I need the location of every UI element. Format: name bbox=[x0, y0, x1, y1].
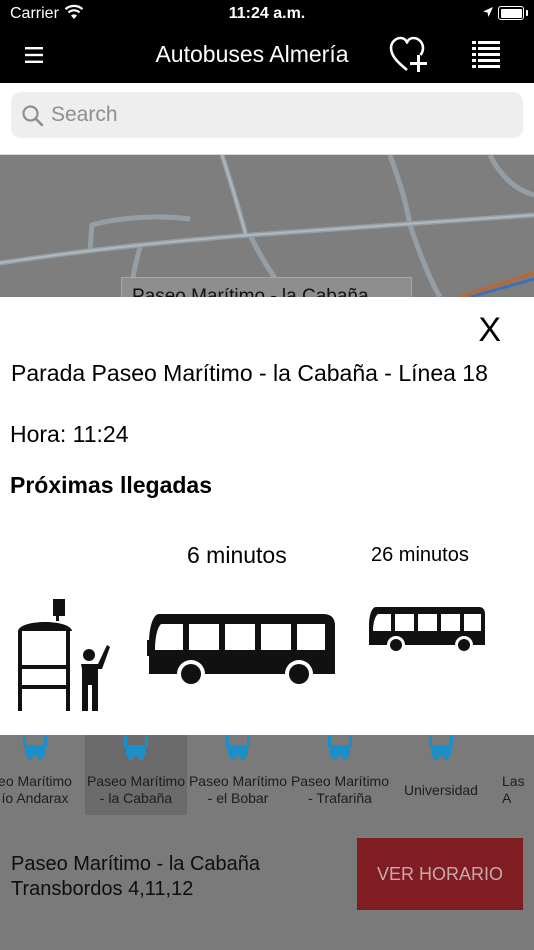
stop-item-selected[interactable]: Paseo Marítimo - la Cabaña bbox=[85, 735, 187, 815]
arrival-time-2: 26 minutos bbox=[371, 544, 469, 566]
search-bar[interactable] bbox=[11, 92, 523, 138]
arrivals-modal: X Parada Paseo Marítimo - la Cabaña - Lí… bbox=[0, 297, 534, 735]
view-schedule-button[interactable]: VER HORARIO bbox=[357, 838, 523, 910]
stop-label: Las A bbox=[502, 773, 525, 806]
stop-label: Universidad bbox=[404, 782, 478, 798]
map-stop-callout[interactable]: Paseo Marítimo - la Cabaña bbox=[121, 277, 412, 297]
list-icon[interactable] bbox=[470, 38, 502, 72]
status-bar: Carrier 11:24 a.m. bbox=[0, 0, 534, 28]
stops-strip[interactable]: eo Marítimo ío Andarax Paseo Marítimo - … bbox=[0, 735, 534, 815]
stop-item[interactable]: Universidad bbox=[390, 735, 492, 815]
stop-item[interactable]: Paseo Marítimo - Trafariña bbox=[289, 735, 391, 815]
nav-bar: Autobuses Almería bbox=[0, 28, 534, 83]
stop-item[interactable]: Las A bbox=[490, 735, 534, 815]
bus-stop-icon bbox=[328, 735, 352, 760]
stop-item[interactable]: Paseo Marítimo - el Bobar bbox=[187, 735, 289, 815]
bus-stop-icon bbox=[124, 735, 148, 760]
heart-plus-icon[interactable] bbox=[388, 35, 430, 75]
battery-nub bbox=[526, 10, 528, 16]
modal-stop-title: Parada Paseo Marítimo - la Cabaña - Líne… bbox=[11, 360, 488, 386]
bus-stop-icon bbox=[429, 735, 453, 760]
current-hour: Hora: 11:24 bbox=[10, 421, 129, 447]
bus-icon-small bbox=[369, 607, 485, 654]
stop-label: Paseo Marítimo - el Bobar bbox=[188, 773, 288, 806]
bus-stop-icon bbox=[23, 735, 47, 760]
stop-label: Paseo Marítimo - la Cabaña bbox=[86, 773, 186, 806]
arrival-time-1: 6 minutos bbox=[187, 542, 287, 568]
battery-icon bbox=[498, 6, 524, 20]
footer-stop-name: Paseo Marítimo - la Cabaña bbox=[11, 853, 261, 875]
arrivals-heading: Próximas llegadas bbox=[10, 472, 212, 498]
stop-footer: Paseo Marítimo - la Cabaña Transbordos 4… bbox=[0, 815, 534, 950]
stop-label: eo Marítimo ío Andarax bbox=[0, 773, 72, 806]
stop-item[interactable]: eo Marítimo ío Andarax bbox=[0, 735, 86, 815]
clock: 11:24 a.m. bbox=[228, 5, 306, 22]
stop-label: Paseo Marítimo - Trafariña bbox=[290, 773, 390, 806]
map-view[interactable]: Paseo Marítimo - la Cabaña bbox=[0, 155, 534, 297]
bus-icon-large bbox=[147, 614, 335, 688]
map-roads bbox=[0, 155, 534, 297]
search-input[interactable] bbox=[51, 98, 511, 132]
search-icon bbox=[22, 105, 44, 127]
location-arrow-icon bbox=[483, 7, 493, 17]
bus-stop-waiting-icon bbox=[18, 599, 110, 711]
bus-stop-icon bbox=[226, 735, 250, 760]
footer-transfers: Transbordos 4,11,12 bbox=[11, 878, 194, 900]
close-button[interactable]: X bbox=[478, 311, 501, 350]
search-area bbox=[0, 83, 534, 155]
